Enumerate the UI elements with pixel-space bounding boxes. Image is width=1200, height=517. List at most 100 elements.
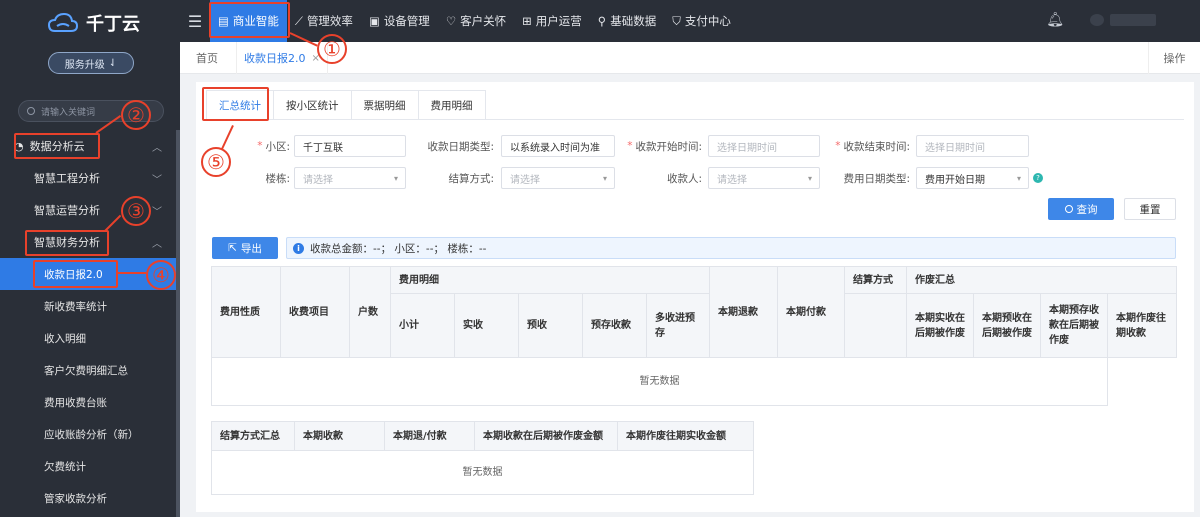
empty-state: 暂无数据 <box>211 450 754 495</box>
fee-date-type-value: 费用开始日期 <box>925 174 985 186</box>
annotation-marker-1: ① <box>317 34 347 64</box>
annotation-box-1 <box>209 2 290 38</box>
required-mark: * <box>835 140 841 152</box>
sidebar-item-label: 客户欠费明细汇总 <box>44 364 128 377</box>
col-header: 本期作废往期收款 <box>1107 293 1177 358</box>
fee-date-type-select[interactable]: 费用开始日期 ▾ <box>916 167 1029 189</box>
subtab-bill-detail[interactable]: 票据明细 <box>351 90 419 120</box>
col-header: 本期退款 <box>709 266 778 358</box>
settle-label: 结算方式: <box>448 172 494 185</box>
shield-icon: ⛉ <box>672 13 681 28</box>
topnav-payment-center[interactable]: ⛉ 支付中心 <box>664 0 739 42</box>
col-header-empty <box>844 293 907 358</box>
annotation-marker-5: ⑤ <box>201 147 231 177</box>
community-value: 千丁互联 <box>303 142 343 154</box>
col-header: 本期付款 <box>777 266 845 358</box>
user-ops-icon: ⊞ <box>522 14 532 28</box>
start-time-input[interactable]: 选择日期时间 <box>708 135 820 157</box>
upgrade-arrow-icon: ⇃ <box>108 57 118 69</box>
building-select[interactable]: 请选择 ▾ <box>294 167 406 189</box>
sidebar: 千丁云 服务升级 ⇃ 请输入关键词 ◔ 数据分析云 ︿ 智慧工程分析 ﹀ 智慧运… <box>0 0 180 517</box>
col-header: 预收 <box>518 293 583 358</box>
annotation-box-3 <box>25 230 109 256</box>
sidebar-item-steward-collection[interactable]: 管家收款分析 <box>0 482 180 514</box>
search-placeholder: 请输入关键词 <box>41 107 96 118</box>
reset-button[interactable]: 重置 <box>1124 198 1176 220</box>
topnav-label: 管理效率 <box>306 14 353 28</box>
topnav-customer-care[interactable]: ♡ 客户关怀 <box>438 0 514 42</box>
user-menu[interactable] <box>1090 14 1160 28</box>
date-type-select[interactable]: 以系统录入时间为准 <box>501 135 615 157</box>
subtab-fee-detail[interactable]: 费用明细 <box>418 90 486 120</box>
bell-icon[interactable]: 🔔︎ <box>1046 12 1064 28</box>
subtab-label: 按小区统计 <box>286 99 339 112</box>
upgrade-label: 服务升级 <box>64 59 105 71</box>
menu-toggle-icon[interactable]: ☰ <box>180 12 210 31</box>
sidebar-item-arrears-summary[interactable]: 客户欠费明细汇总 <box>0 354 180 386</box>
tab-daily-receipt[interactable]: 收款日报2.0 × <box>236 42 328 74</box>
annotation-marker-2: ② <box>121 100 151 130</box>
subtab-label: 票据明细 <box>363 99 406 112</box>
annotation-marker-4: ④ <box>146 260 176 290</box>
topnav-base-data[interactable]: ⚲ 基础数据 <box>590 0 664 42</box>
subtab-by-community[interactable]: 按小区统计 <box>274 90 352 120</box>
col-header: 结算方式 <box>844 266 907 294</box>
sidebar-item-label: 管家收款分析 <box>44 492 107 505</box>
end-placeholder: 选择日期时间 <box>925 142 985 154</box>
sidebar-item-income-detail[interactable]: 收入明细 <box>0 322 180 354</box>
topnav-device-management[interactable]: ▣ 设备管理 <box>361 0 438 42</box>
payee-select[interactable]: 请选择 ▾ <box>708 167 820 189</box>
export-button[interactable]: ⇱ 导出 <box>212 237 278 259</box>
device-icon: ▣ <box>368 14 380 28</box>
upgrade-button[interactable]: 服务升级 ⇃ <box>48 52 134 74</box>
heart-icon: ♡ <box>445 14 457 28</box>
community-select[interactable]: 千丁互联 <box>294 135 406 157</box>
sidebar-scrollbar[interactable] <box>176 130 180 517</box>
sidebar-item-label: 收入明细 <box>44 332 86 345</box>
reset-label: 重置 <box>1139 203 1161 216</box>
topnav-label: 支付中心 <box>684 14 731 28</box>
col-header: 本期退/付款 <box>384 421 475 451</box>
col-group-header: 费用明细 <box>390 266 710 294</box>
sidebar-item-aging[interactable]: 应收账龄分析（新） <box>0 418 180 450</box>
topnav-user-operations[interactable]: ⊞ 用户运营 <box>514 0 590 42</box>
query-button[interactable]: 查询 <box>1048 198 1114 220</box>
annotation-pointer-4 <box>118 272 146 274</box>
user-name-placeholder <box>1110 14 1156 26</box>
end-time-input[interactable]: 选择日期时间 <box>916 135 1029 157</box>
brand-logo[interactable]: 千丁云 <box>48 10 140 36</box>
chevron-up-icon: ︿ <box>152 238 162 250</box>
summary-bar: i 收款总金额：--； 小区：--； 楼栋：-- <box>286 237 1176 259</box>
required-mark: * <box>627 140 633 152</box>
col-header: 实收 <box>454 293 519 358</box>
tab-label: 收款日报2.0 <box>244 52 306 65</box>
sidebar-item-engineering[interactable]: 智慧工程分析 ﹀ <box>0 162 180 194</box>
annotation-box-2 <box>14 133 100 159</box>
sidebar-item-arrears-stats[interactable]: 欠费统计 <box>0 450 180 482</box>
date-type-label: 收款日期类型: <box>427 140 494 153</box>
tab-home[interactable]: 首页 <box>180 42 234 74</box>
sidebar-item-fee-ledger[interactable]: 费用收费台账 <box>0 386 180 418</box>
end-label-text: 收款结束时间: <box>843 140 910 153</box>
col-header: 结算方式汇总 <box>211 421 295 451</box>
chevron-down-icon: ▾ <box>1016 173 1021 183</box>
col-header: 本期收款 <box>294 421 385 451</box>
col-header: 本期预收在后期被作废 <box>973 293 1041 358</box>
topnav-label: 用户运营 <box>535 14 582 28</box>
community-label: * 小区: <box>226 135 290 157</box>
chevron-up-icon: ︿ <box>152 142 162 154</box>
help-icon[interactable]: ? <box>1033 173 1043 183</box>
topnav-label: 客户关怀 <box>460 14 507 28</box>
annotation-box-5 <box>202 87 269 121</box>
col-header: 预存收款 <box>582 293 647 358</box>
end-time-label: * 收款结束时间: <box>828 135 910 157</box>
sidebar-item-label: 费用收费台账 <box>44 396 107 409</box>
fee-date-type-label: 费用日期类型: <box>843 172 910 185</box>
col-header: 本期实收在后期被作废 <box>906 293 974 358</box>
settlement-summary-table: 结算方式汇总 本期收款 本期退/付款 本期收款在后期被作废金额 本期作废往期实收… <box>211 421 754 495</box>
sidebar-item-label: 应收账龄分析（新） <box>44 428 139 441</box>
sidebar-item-new-rate[interactable]: 新收费率统计 <box>0 290 180 322</box>
operations-menu[interactable]: 操作 <box>1148 42 1200 74</box>
settle-select[interactable]: 请选择 ▾ <box>501 167 615 189</box>
sidebar-item-operations[interactable]: 智慧运营分析 ﹀ <box>0 194 180 226</box>
